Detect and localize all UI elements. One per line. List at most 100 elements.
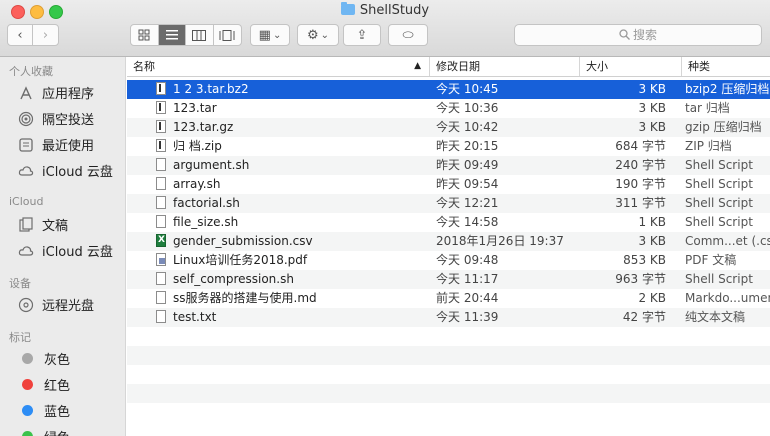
- table-row[interactable]: Linux培训任务2018.pdf 今天 09:48 853 KB PDF 文稿: [127, 251, 770, 270]
- forward-button[interactable]: ›: [33, 25, 58, 45]
- sidebar-item-icloud-drive[interactable]: iCloud 云盘: [18, 161, 113, 180]
- titlebar: ShellStudy ‹ › ▦ ⌄ ⚙ ⌄ ⇪ ⬭ 搜索: [0, 0, 770, 57]
- sidebar-item-remote-disc[interactable]: 远程光盘: [18, 295, 94, 314]
- share-button[interactable]: ⇪: [343, 24, 381, 46]
- tag-button[interactable]: ⬭: [388, 24, 428, 46]
- action-button[interactable]: ⚙ ⌄: [297, 24, 339, 46]
- file-name: 123.tar: [173, 101, 217, 115]
- sidebar-item-tag-gray[interactable]: 灰色: [18, 349, 70, 368]
- back-button[interactable]: ‹: [8, 25, 34, 45]
- table-row[interactable]: 123.tar.gz 今天 10:42 3 KB gzip 压缩归档: [127, 118, 770, 137]
- list-view-button[interactable]: [158, 25, 186, 45]
- view-mode-control: [130, 24, 242, 46]
- script-icon: [156, 158, 166, 171]
- table-row[interactable]: 123.tar 今天 10:36 3 KB tar 归档: [127, 99, 770, 118]
- sidebar-item-label: iCloud 云盘: [42, 245, 113, 260]
- script-icon: [156, 215, 166, 228]
- column-header-name[interactable]: 名称 ▲: [127, 57, 430, 76]
- script-icon: [156, 291, 166, 304]
- sidebar-item-applications[interactable]: 应用程序: [18, 83, 94, 102]
- table-row[interactable]: gender_submission.csv 2018年1月26日 19:37 3…: [127, 231, 770, 251]
- sidebar-item-icloud-drive-2[interactable]: iCloud 云盘: [18, 241, 113, 260]
- chevron-down-icon: ⌄: [320, 29, 330, 41]
- column-header-date[interactable]: 修改日期: [430, 57, 580, 76]
- table-row[interactable]: file_size.sh 今天 14:58 1 KB Shell Script: [127, 213, 770, 232]
- tag-dot-icon: [22, 353, 33, 364]
- file-date: 今天 14:58: [436, 215, 499, 229]
- search-field[interactable]: 搜索: [514, 24, 762, 46]
- file-name: 1 2 3.tar.bz2: [173, 82, 249, 96]
- file-size: 3 KB: [638, 234, 666, 248]
- sidebar-item-documents[interactable]: 文稿: [18, 215, 68, 234]
- sidebar-item-label: 绿色: [44, 427, 70, 436]
- recents-icon: [18, 137, 34, 153]
- file-kind: 纯文本文稿: [685, 310, 746, 324]
- sidebar-header-tags: 标记: [9, 331, 31, 344]
- file-size: 42 字节: [622, 310, 666, 324]
- nav-buttons: ‹ ›: [7, 24, 59, 46]
- sidebar-item-label: 文稿: [42, 219, 69, 234]
- pdf-icon: [156, 253, 166, 266]
- file-list: 名称 ▲ 修改日期 大小 种类 1 2 3.tar.bz2 今天 10:45 3…: [127, 57, 770, 436]
- empty-row: [127, 327, 770, 346]
- file-date: 今天 12:21: [436, 196, 499, 210]
- file-kind: PDF 文稿: [685, 253, 737, 267]
- sidebar-header-favorites: 个人收藏: [9, 65, 53, 78]
- file-name: factorial.sh: [173, 196, 240, 210]
- empty-row: [127, 346, 770, 365]
- chevron-down-icon: ⌄: [272, 29, 282, 41]
- folder-icon: [340, 2, 355, 15]
- table-row[interactable]: 1 2 3.tar.bz2 今天 10:45 3 KB bzip2 压缩归档: [127, 80, 770, 99]
- empty-row: [127, 384, 770, 403]
- sidebar-item-label: 最近使用: [42, 139, 95, 154]
- sidebar-item-recents[interactable]: 最近使用: [18, 135, 94, 154]
- icon-view-button[interactable]: [131, 25, 159, 45]
- column-header-size[interactable]: 大小: [580, 57, 682, 76]
- column-view-button[interactable]: [186, 25, 214, 45]
- sidebar-item-label: 红色: [44, 379, 71, 394]
- search-placeholder: 搜索: [632, 28, 657, 42]
- cloud-icon: [18, 243, 34, 259]
- column-header-date-label: 修改日期: [436, 60, 480, 73]
- file-size: 2 KB: [638, 291, 666, 305]
- back-icon: ‹: [17, 27, 23, 43]
- gallery-view-button[interactable]: [214, 25, 241, 45]
- file-date: 前天 20:44: [436, 291, 499, 305]
- file-date: 昨天 09:54: [436, 177, 499, 191]
- sidebar-item-airdrop[interactable]: 隔空投送: [18, 109, 94, 128]
- document-icon: [156, 82, 166, 95]
- gear-icon: ⚙: [306, 27, 319, 43]
- table-row[interactable]: test.txt 今天 11:39 42 字节 纯文本文稿: [127, 308, 770, 327]
- search-icon: [619, 29, 630, 40]
- file-kind: gzip 压缩归档: [685, 120, 762, 134]
- file-size: 684 字节: [615, 139, 666, 153]
- file-date: 昨天 20:15: [436, 139, 499, 153]
- sidebar-header-devices: 设备: [9, 277, 31, 290]
- sidebar-item-tag-green[interactable]: 绿色: [18, 427, 70, 436]
- script-icon: [156, 177, 166, 190]
- file-date: 今天 11:39: [436, 310, 499, 324]
- sidebar-item-tag-red[interactable]: 红色: [18, 375, 70, 394]
- script-icon: [156, 272, 166, 285]
- file-size: 240 字节: [615, 158, 666, 172]
- column-header-kind-label: 种类: [688, 60, 710, 73]
- document-icon: [156, 101, 166, 114]
- table-row[interactable]: ss服务器的搭建与使用.md 前天 20:44 2 KB Markdo...um…: [127, 289, 770, 308]
- table-row[interactable]: array.sh 昨天 09:54 190 字节 Shell Script: [127, 175, 770, 194]
- file-kind: Shell Script: [685, 158, 753, 172]
- file-size: 3 KB: [638, 101, 666, 115]
- table-row[interactable]: factorial.sh 今天 12:21 311 字节 Shell Scrip…: [127, 194, 770, 213]
- table-row[interactable]: argument.sh 昨天 09:49 240 字节 Shell Script: [127, 156, 770, 175]
- column-header-kind[interactable]: 种类: [682, 57, 770, 76]
- file-kind: Shell Script: [685, 272, 753, 286]
- sidebar-item-tag-blue[interactable]: 蓝色: [18, 401, 70, 420]
- table-row[interactable]: self_compression.sh 今天 11:17 963 字节 Shel…: [127, 270, 770, 289]
- table-row[interactable]: 归 档.zip 昨天 20:15 684 字节 ZIP 归档: [127, 137, 770, 156]
- file-name: 归 档.zip: [173, 139, 222, 153]
- file-kind: Shell Script: [685, 215, 753, 229]
- file-size: 311 字节: [615, 196, 666, 210]
- script-icon: [156, 196, 166, 209]
- sidebar-item-label: 远程光盘: [42, 299, 95, 314]
- group-button[interactable]: ▦ ⌄: [250, 24, 290, 46]
- documents-icon: [18, 216, 34, 233]
